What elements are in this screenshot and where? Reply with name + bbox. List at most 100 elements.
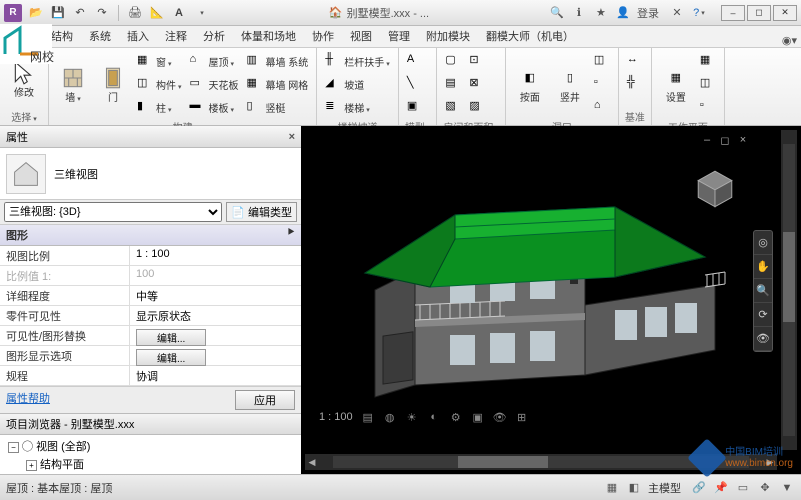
workset-icon[interactable]: ▦ <box>604 480 620 496</box>
by-face-button[interactable]: ◧按面 <box>512 50 548 118</box>
ceiling-button[interactable]: ▭天花板 <box>188 73 241 95</box>
measure-icon[interactable]: 📐 <box>149 5 165 21</box>
edit-vg-button[interactable]: 编辑... <box>136 329 206 346</box>
room-button[interactable]: ▢ <box>443 50 463 72</box>
text-icon[interactable]: A <box>171 5 187 21</box>
prop-group-graphics[interactable]: 图形⯈ <box>0 225 301 246</box>
tab-systems[interactable]: 系统 <box>82 25 118 47</box>
undo-icon[interactable]: ↶ <box>72 5 88 21</box>
area-button[interactable]: ▧ <box>443 96 463 118</box>
column-button[interactable]: ▮柱 <box>135 96 184 118</box>
star-icon[interactable]: ★ <box>593 5 609 21</box>
select-links-icon[interactable]: 🔗 <box>691 480 707 496</box>
roof-button[interactable]: ⌂屋顶 <box>188 50 241 72</box>
vp-minimize-icon[interactable]: – <box>701 134 713 146</box>
tree-struct-plan[interactable]: +结构平面 <box>4 455 297 473</box>
qat-dropdown[interactable] <box>193 5 209 21</box>
viewer-button[interactable]: ▫ <box>698 96 718 118</box>
ref-plane-button[interactable]: ◫ <box>698 73 718 95</box>
close-button[interactable]: ✕ <box>773 5 797 21</box>
main-model-label[interactable]: 主模型 <box>648 480 681 496</box>
login-link[interactable]: 登录 <box>637 5 659 21</box>
tree-toggle-icon[interactable]: + <box>26 460 37 471</box>
prop-row-scale[interactable]: 视图比例1 : 100 <box>0 246 301 266</box>
properties-help-link[interactable]: 属性帮助 <box>6 390 50 410</box>
nav-look-icon[interactable]: 👁 <box>754 327 772 351</box>
tab-fanmo[interactable]: 翻模大师（机电） <box>479 25 581 47</box>
tab-annotate[interactable]: 注释 <box>158 25 194 47</box>
tab-insert[interactable]: 插入 <box>120 25 156 47</box>
apply-button[interactable]: 应用 <box>235 390 295 410</box>
vp-maximize-icon[interactable]: ◻ <box>719 134 731 146</box>
nav-orbit-icon[interactable]: ⟳ <box>754 303 772 327</box>
nav-zoom-icon[interactable]: 🔍 <box>754 279 772 303</box>
search-icon[interactable]: 🔍 <box>549 5 565 21</box>
visual-style-icon[interactable]: ◍ <box>383 410 397 424</box>
model-group-button[interactable]: ▣ <box>405 96 425 118</box>
dormer-button[interactable]: ⌂ <box>592 96 612 118</box>
prop-row-display[interactable]: 图形显示选项编辑... <box>0 346 301 366</box>
model-text-button[interactable]: A <box>405 50 425 72</box>
viewport-scrollbar-v[interactable] <box>781 130 797 450</box>
tab-addins[interactable]: 附加模块 <box>419 25 477 47</box>
tree-toggle-icon[interactable]: − <box>8 442 19 453</box>
prop-row-detail[interactable]: 详细程度中等 <box>0 286 301 306</box>
save-icon[interactable]: 💾 <box>50 5 66 21</box>
stair-button[interactable]: ≣楼梯 <box>323 96 392 118</box>
print-icon[interactable]: 🖨 <box>127 5 143 21</box>
curtain-grid-button[interactable]: ▦幕墙 网格 <box>245 73 311 95</box>
color-scheme-button[interactable]: ▨ <box>467 96 487 118</box>
crop-icon[interactable]: ▣ <box>471 410 485 424</box>
tag-area-button[interactable]: ⊠ <box>467 73 487 95</box>
filter-icon[interactable]: ▼ <box>779 480 795 496</box>
building-model[interactable] <box>355 175 735 405</box>
render-icon[interactable]: ⚙ <box>449 410 463 424</box>
user-icon[interactable]: 👤 <box>615 5 631 21</box>
tab-collaborate[interactable]: 协作 <box>305 25 341 47</box>
tree-views[interactable]: −◯ 视图 (全部) <box>4 437 297 455</box>
vp-close-icon[interactable]: × <box>737 134 749 146</box>
show-workplane-button[interactable]: ▦ <box>698 50 718 72</box>
select-underlay-icon[interactable]: ▭ <box>735 480 751 496</box>
redo-icon[interactable]: ↷ <box>94 5 110 21</box>
tree-floor-plan[interactable]: −楼层平面 <box>4 473 297 474</box>
shaft-button[interactable]: ▯竖井 <box>552 50 588 118</box>
view-scale[interactable]: 1 : 100 <box>319 411 353 423</box>
type-selector[interactable]: 三维视图 <box>0 148 301 200</box>
tab-massing[interactable]: 体量和场地 <box>234 25 303 47</box>
ribbon-collapse-icon[interactable]: ◉▾ <box>782 34 797 47</box>
tab-manage[interactable]: 管理 <box>381 25 417 47</box>
open-icon[interactable]: 📂 <box>28 5 44 21</box>
edit-type-button[interactable]: 📄编辑类型 <box>226 202 297 222</box>
properties-close-icon[interactable]: × <box>289 131 295 143</box>
prop-row-visibility[interactable]: 零件可见性显示原状态 <box>0 306 301 326</box>
help-icon[interactable]: ? <box>691 5 707 21</box>
door-button[interactable]: 门 <box>95 50 131 118</box>
grid-button[interactable]: ╬ <box>625 73 645 95</box>
drag-icon[interactable]: ✥ <box>757 480 773 496</box>
edit-display-button[interactable]: 编辑... <box>136 349 206 366</box>
nav-pan-icon[interactable]: ✋ <box>754 255 772 279</box>
prop-row-vg[interactable]: 可见性/图形替换编辑... <box>0 326 301 346</box>
detail-level-icon[interactable]: ▤ <box>361 410 375 424</box>
instance-select[interactable]: 三维视图: {3D} <box>4 202 222 222</box>
model-line-button[interactable]: ╲ <box>405 73 425 95</box>
railing-button[interactable]: ╫栏杆扶手 <box>323 50 392 72</box>
floor-button[interactable]: ▬楼板 <box>188 96 241 118</box>
tag-room-button[interactable]: ⊡ <box>467 50 487 72</box>
design-options-icon[interactable]: ◧ <box>626 480 642 496</box>
close-panel-icon[interactable]: ✕ <box>669 5 685 21</box>
minimize-button[interactable]: – <box>721 5 745 21</box>
wall-opening-button[interactable]: ◫ <box>592 50 612 72</box>
mullion-button[interactable]: ▯竖梃 <box>245 96 311 118</box>
window-button[interactable]: ▦窗 <box>135 50 184 72</box>
set-workplane-button[interactable]: ▦设置 <box>658 50 694 118</box>
sun-path-icon[interactable]: ☀ <box>405 410 419 424</box>
viewport-3d[interactable]: – ◻ × ◎ ✋ 🔍 ⟳ 👁 <box>301 126 801 474</box>
nav-wheel-icon[interactable]: ◎ <box>754 231 772 255</box>
ramp-button[interactable]: ◢坡道 <box>323 73 392 95</box>
room-sep-button[interactable]: ▤ <box>443 73 463 95</box>
select-pinned-icon[interactable]: 📌 <box>713 480 729 496</box>
tab-view[interactable]: 视图 <box>343 25 379 47</box>
shadow-icon[interactable]: ◐ <box>427 410 441 424</box>
